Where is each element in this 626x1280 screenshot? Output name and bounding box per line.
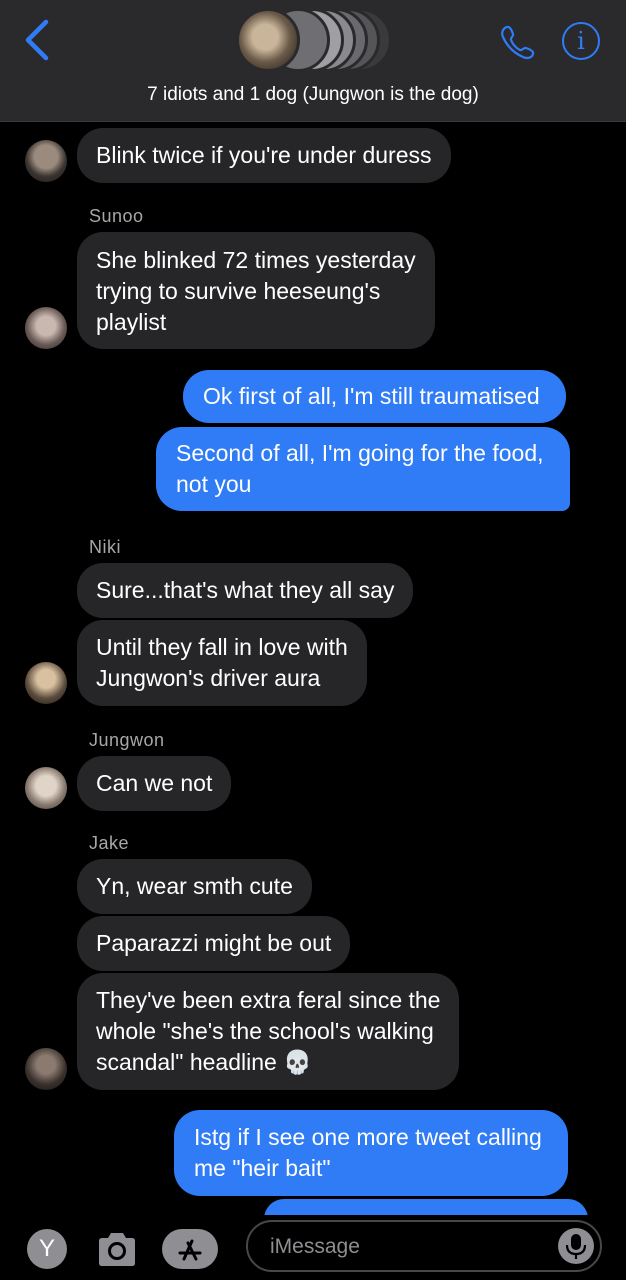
sender-name: Jake [89, 833, 130, 853]
y-app-label: Y [38, 1235, 55, 1262]
sender-avatar[interactable] [25, 140, 67, 182]
message-bubble-outgoing[interactable] [264, 1199, 588, 1215]
message-bubble-incoming[interactable]: Can we not [77, 756, 232, 811]
input-bar: Y iMessage [0, 1215, 626, 1280]
message-bubble-outgoing[interactable]: Istg if I see one more tweet calling me … [174, 1110, 568, 1196]
message-bubble-incoming[interactable]: Paparazzi might be out [77, 916, 351, 971]
phone-icon[interactable] [498, 22, 538, 62]
info-icon[interactable]: i [562, 22, 600, 60]
message-bubble-outgoing[interactable]: Ok first of all, I'm still traumatised [183, 370, 566, 423]
sender-avatar[interactable] [25, 1048, 67, 1090]
message-bubble-incoming[interactable]: She blinked 72 times yesterday trying to… [77, 232, 435, 349]
back-chevron-icon[interactable] [20, 18, 56, 62]
conversation-title: 7 idiots and 1 dog (Jungwon is the dog) [147, 84, 479, 105]
camera-icon[interactable] [96, 1229, 138, 1269]
message-bubble-incoming[interactable]: Yn, wear smth cute [77, 859, 312, 914]
group-member-avatar [236, 8, 300, 72]
message-input[interactable]: iMessage [246, 1220, 602, 1272]
sender-name: Sunoo [89, 206, 144, 226]
y-app-button[interactable]: Y [27, 1229, 67, 1269]
message-bubble-incoming[interactable]: Blink twice if you're under duress [77, 128, 451, 183]
sender-avatar[interactable] [25, 662, 67, 704]
message-bubble-outgoing[interactable]: Second of all, I'm going for the food, n… [156, 427, 570, 511]
sender-name: Jungwon [89, 730, 165, 750]
group-avatars[interactable] [236, 4, 396, 76]
app-store-icon[interactable] [162, 1229, 218, 1269]
conversation-header: i 7 idiots and 1 dog (Jungwon is the dog… [0, 0, 626, 122]
message-bubble-incoming[interactable]: Until they fall in love with Jungwon's d… [77, 620, 367, 706]
message-input-placeholder: iMessage [270, 1235, 360, 1258]
microphone-icon[interactable] [558, 1228, 594, 1264]
message-bubble-incoming[interactable]: They've been extra feral since the whole… [77, 973, 460, 1090]
message-bubble-incoming[interactable]: Sure...that's what they all say [77, 563, 414, 618]
sender-avatar[interactable] [25, 767, 67, 809]
sender-avatar[interactable] [25, 307, 67, 349]
message-thread[interactable]: Blink twice if you're under duress Sunoo… [0, 0, 626, 1215]
sender-name: Niki [89, 537, 121, 557]
